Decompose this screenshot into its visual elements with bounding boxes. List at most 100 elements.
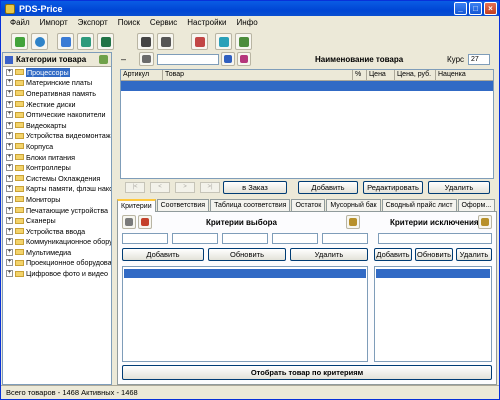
tab-more[interactable]: Оформ... xyxy=(457,199,496,211)
menu-file[interactable]: Файл xyxy=(5,16,35,30)
category-item[interactable]: +Проекционное оборудование xyxy=(3,258,111,269)
filter-products-button[interactable]: Отобрать товар по критериям xyxy=(122,365,492,380)
prev-record-button[interactable]: < xyxy=(150,182,170,193)
expand-icon[interactable]: + xyxy=(6,217,13,225)
category-item[interactable]: + Видеокарты xyxy=(3,120,111,131)
menu-info[interactable]: Инфо xyxy=(232,16,263,30)
tab-trash[interactable]: Мусорный бак xyxy=(326,199,381,211)
refresh-button[interactable] xyxy=(31,33,48,50)
criteria-edit-button[interactable] xyxy=(346,215,360,229)
clear-filter-button[interactable] xyxy=(237,52,251,66)
first-record-button[interactable]: |< xyxy=(125,182,145,193)
category-item[interactable]: + Корпуса xyxy=(3,141,111,152)
criteria-add-button[interactable]: Добавить xyxy=(122,248,204,261)
expand-icon[interactable]: + xyxy=(6,89,13,97)
criteria-field-1[interactable] xyxy=(122,233,168,244)
tab-matches[interactable]: Соответствия xyxy=(156,199,210,211)
criteria-field-4[interactable] xyxy=(272,233,318,244)
category-item[interactable]: + Процессоры xyxy=(3,67,111,78)
add-product-button[interactable]: Добавить xyxy=(298,181,358,194)
category-item[interactable]: + Устройства видеомонтажа xyxy=(3,131,111,142)
category-item[interactable]: +Карты памяти, флэш накопители xyxy=(3,184,111,195)
tab-stock[interactable]: Остаток xyxy=(291,199,326,211)
price-button[interactable] xyxy=(191,33,208,50)
category-item[interactable]: + Оптические накопители xyxy=(3,109,111,120)
to-order-button[interactable]: в Заказ xyxy=(223,181,287,194)
category-item[interactable]: + Материнские платы xyxy=(3,78,111,89)
column-header[interactable]: Артикул xyxy=(121,70,163,80)
download-button[interactable] xyxy=(11,33,28,50)
category-item[interactable]: + Системы Охлаждения xyxy=(3,173,111,184)
expand-icon[interactable]: + xyxy=(6,174,13,182)
expand-icon[interactable]: + xyxy=(6,270,13,278)
tab-criteria[interactable]: Критерии xyxy=(117,199,156,212)
category-item[interactable]: + Цифровое фото и видео xyxy=(3,268,111,279)
menu-import[interactable]: Импорт xyxy=(35,16,73,30)
expand-icon[interactable]: + xyxy=(6,68,13,76)
column-header[interactable]: Товар xyxy=(163,70,353,80)
tab-match-table[interactable]: Таблица соответствия xyxy=(210,199,291,211)
menu-service[interactable]: Сервис xyxy=(145,16,182,30)
category-item[interactable]: + Жесткие диски xyxy=(3,99,111,110)
expand-icon[interactable]: + xyxy=(6,248,13,256)
excel-button[interactable] xyxy=(97,33,114,50)
column-header[interactable]: Цена xyxy=(367,70,395,80)
expand-icon[interactable]: + xyxy=(6,259,13,267)
expand-icon[interactable]: + xyxy=(6,164,13,172)
criteria-copy-icon-button[interactable] xyxy=(138,215,152,229)
category-item[interactable]: +Коммуникационное оборудование xyxy=(3,237,111,248)
menu-search[interactable]: Поиск xyxy=(113,16,145,30)
category-item[interactable]: + Контроллеры xyxy=(3,162,111,173)
expand-icon[interactable]: + xyxy=(6,206,13,214)
menu-export[interactable]: Экспорт xyxy=(73,16,113,30)
expand-icon[interactable]: + xyxy=(6,227,13,235)
category-item[interactable]: + Печатающие устройства xyxy=(3,205,111,216)
exclude-update-button[interactable]: Обновить xyxy=(415,248,453,261)
find-button[interactable] xyxy=(137,33,154,50)
criteria-field-3[interactable] xyxy=(222,233,268,244)
expand-icon[interactable]: + xyxy=(6,185,13,193)
column-header[interactable]: Цена, руб. xyxy=(395,70,436,80)
settings-button[interactable] xyxy=(77,33,94,50)
expand-icon[interactable]: + xyxy=(6,195,13,203)
books-button[interactable] xyxy=(235,33,252,50)
maximize-button[interactable]: □ xyxy=(469,2,482,15)
table-row[interactable] xyxy=(121,81,493,91)
menu-settings[interactable]: Настройки xyxy=(182,16,231,30)
criteria-field-2[interactable] xyxy=(172,233,218,244)
delete-product-button[interactable]: Удалить xyxy=(428,181,490,194)
upload-button[interactable] xyxy=(57,33,74,50)
expand-icon[interactable]: + xyxy=(6,153,13,161)
edit-product-button[interactable]: Редактировать xyxy=(363,181,423,194)
expand-icon[interactable]: + xyxy=(6,111,13,119)
criteria-add-icon-button[interactable] xyxy=(122,215,136,229)
expand-icon[interactable]: + xyxy=(6,100,13,108)
exclude-add-button[interactable]: Добавить xyxy=(374,248,412,261)
book-button[interactable] xyxy=(215,33,232,50)
filter-button[interactable] xyxy=(221,52,235,66)
find-next-button[interactable] xyxy=(157,33,174,50)
exclude-edit-button[interactable] xyxy=(478,215,492,229)
expand-icon[interactable]: + xyxy=(6,121,13,129)
expand-icon[interactable]: + xyxy=(6,79,13,87)
category-item[interactable]: + Сканеры xyxy=(3,215,111,226)
tab-summary-price[interactable]: Сводный прайс лист xyxy=(381,199,457,211)
category-item[interactable]: + Мультимедиа xyxy=(3,247,111,258)
list-item[interactable] xyxy=(124,269,366,278)
column-header[interactable]: Наценка xyxy=(436,70,491,80)
category-item[interactable]: + Мониторы xyxy=(3,194,111,205)
exclude-delete-button[interactable]: Удалить xyxy=(456,248,492,261)
close-button[interactable]: × xyxy=(484,2,497,15)
product-search-input[interactable] xyxy=(157,54,219,65)
category-item[interactable]: + Устройства ввода xyxy=(3,226,111,237)
list-item[interactable] xyxy=(376,269,490,278)
rate-input[interactable]: 27 xyxy=(468,54,490,65)
column-header[interactable]: % xyxy=(353,70,367,80)
expand-icon[interactable]: + xyxy=(6,238,13,246)
edit-filter-button[interactable] xyxy=(139,52,154,66)
pin-icon[interactable] xyxy=(99,55,108,64)
criteria-field-5[interactable] xyxy=(322,233,368,244)
category-item[interactable]: + Блоки питания xyxy=(3,152,111,163)
expand-icon[interactable]: + xyxy=(6,142,13,150)
last-record-button[interactable]: >| xyxy=(200,182,220,193)
